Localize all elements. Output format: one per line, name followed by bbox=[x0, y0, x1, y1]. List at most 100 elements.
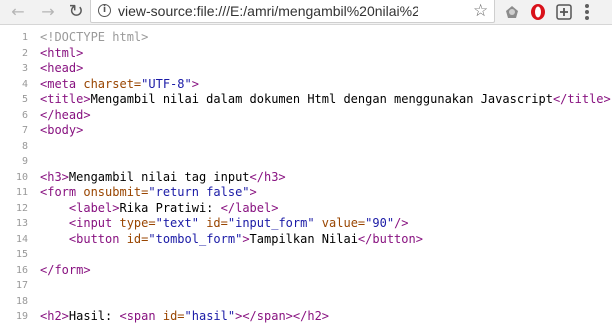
code-token-tag: <meta bbox=[40, 76, 84, 91]
code-token-text: Rika Pratiwi: bbox=[119, 200, 221, 215]
code-token-tag: > bbox=[242, 231, 250, 246]
code-token-tag: <form bbox=[40, 185, 84, 199]
line-code: <title>Mengambil nilai dalam dokumen Htm… bbox=[40, 92, 611, 108]
code-token-attr: id= bbox=[126, 231, 149, 246]
code-token-tag: </head> bbox=[40, 107, 91, 122]
line-number: 9 bbox=[21, 156, 28, 167]
forward-icon[interactable]: → bbox=[38, 2, 58, 22]
code-token-attr: id= bbox=[198, 216, 228, 230]
code-token-val: "UTF-8" bbox=[141, 76, 192, 91]
code-token-attr: type= bbox=[119, 216, 156, 230]
code-token-tag: <head> bbox=[40, 61, 84, 75]
line-number: 7 bbox=[21, 125, 28, 136]
line-code: <h3>Mengambil nilai tag input</h3> bbox=[40, 170, 286, 186]
code-token-tag: </button> bbox=[357, 231, 423, 246]
line-code: <head> bbox=[40, 61, 83, 77]
code-token-tag: <html> bbox=[40, 45, 84, 60]
menu-icon[interactable] bbox=[585, 4, 589, 22]
source-line: 1 <!DOCTYPE html> bbox=[0, 30, 612, 46]
line-number: 5 bbox=[21, 94, 28, 105]
line-code: <h2>Hasil: <span id="hasil"></span></h2> bbox=[40, 309, 329, 325]
code-token-attr: charset= bbox=[83, 76, 142, 91]
source-line: 2 <html> bbox=[0, 46, 612, 62]
code-token-tag: </form> bbox=[40, 262, 91, 277]
line-number: 1 bbox=[21, 32, 28, 43]
line-number: 2 bbox=[21, 47, 28, 59]
line-number: 6 bbox=[21, 109, 28, 121]
reload-icon[interactable]: ↻ bbox=[66, 2, 86, 22]
line-number: 18 bbox=[15, 295, 28, 307]
opera-icon[interactable] bbox=[529, 3, 547, 21]
line-number: 8 bbox=[21, 140, 28, 152]
info-icon[interactable]: i bbox=[98, 4, 111, 17]
line-code: <html> bbox=[40, 46, 83, 62]
source-line: 9 bbox=[0, 154, 612, 170]
code-token-tag: > bbox=[249, 185, 257, 199]
code-token-attr: value= bbox=[314, 216, 366, 230]
add-tab-icon[interactable] bbox=[555, 3, 573, 21]
code-token-attr: onsubmit= bbox=[83, 185, 149, 199]
code-token-tag: </label> bbox=[220, 200, 279, 215]
code-token-tag: <label> bbox=[68, 200, 120, 215]
source-view: 1 <!DOCTYPE html> 2 <html> 3 <head> 4 <meta cha… bbox=[0, 30, 612, 325]
line-number: 15 bbox=[15, 249, 28, 260]
source-line: 19 <h2>Hasil: <span id="hasil"></span></h… bbox=[0, 309, 612, 325]
line-number: 12 bbox=[15, 202, 28, 214]
address-bar[interactable]: i view-source:file:///E:/amri/mengambil%… bbox=[90, 0, 495, 23]
code-token-val: "return false" bbox=[148, 185, 250, 199]
line-number: 10 bbox=[15, 171, 28, 183]
line-code: <form onsubmit="return false"> bbox=[40, 185, 257, 201]
back-icon[interactable]: ← bbox=[8, 2, 28, 22]
code-token-val: "90" bbox=[365, 216, 395, 230]
source-line: 14 <button id="tombol_form">Tampilkan Ni… bbox=[0, 232, 612, 248]
code-token-tag: <body> bbox=[40, 123, 84, 137]
source-line: 8 bbox=[0, 139, 612, 155]
line-number: 14 bbox=[15, 233, 28, 245]
code-token-tag: <input bbox=[68, 216, 120, 230]
extension-icon[interactable] bbox=[503, 3, 521, 21]
code-token-val: "text" bbox=[155, 216, 199, 230]
code-token-val: "input_form" bbox=[227, 216, 315, 230]
url-text[interactable]: view-source:file:///E:/amri/mengambil%20… bbox=[118, 3, 418, 20]
line-number: 19 bbox=[15, 311, 28, 322]
code-token-tag: <button bbox=[68, 231, 127, 246]
source-line: 16 </form> bbox=[0, 263, 612, 279]
code-token-tag: <h3> bbox=[40, 169, 69, 184]
line-code: <!DOCTYPE html> bbox=[40, 30, 148, 46]
code-token-text: Tampilkan Nilai bbox=[249, 231, 358, 246]
line-number: 11 bbox=[15, 187, 28, 198]
code-token-val: "tombol_form" bbox=[148, 231, 243, 246]
code-token-text: Mengambil nilai tag input bbox=[68, 169, 250, 184]
source-line: 7 <body> bbox=[0, 123, 612, 139]
source-line: 5 <title>Mengambil nilai dalam dokumen Ht… bbox=[0, 92, 612, 108]
line-number: 17 bbox=[15, 280, 28, 291]
line-code: <input type="text" id="input_form" value… bbox=[40, 216, 409, 232]
star-icon[interactable]: ☆ bbox=[473, 1, 488, 21]
source-line: 12 <label>Rika Pratiwi: </label> bbox=[0, 201, 612, 217]
browser-toolbar: ← → ↻ i view-source:file:///E:/amri/meng… bbox=[0, 0, 612, 25]
source-line: 17 bbox=[0, 278, 612, 294]
code-token-tag: > bbox=[191, 76, 199, 91]
source-line: 3 <head> bbox=[0, 61, 612, 77]
line-code: <body> bbox=[40, 123, 83, 139]
line-number: 13 bbox=[15, 218, 28, 229]
line-number: 16 bbox=[15, 264, 28, 276]
code-token-text: Mengambil nilai dalam dokumen Html denga… bbox=[90, 92, 553, 106]
line-code: <button id="tombol_form">Tampilkan Nilai… bbox=[40, 232, 423, 248]
source-line: 11 <form onsubmit="return false"> bbox=[0, 185, 612, 201]
code-token-doctype: <!DOCTYPE html> bbox=[40, 30, 149, 44]
code-token-tag: </title> bbox=[552, 92, 611, 106]
line-code: </form> bbox=[40, 263, 91, 279]
line-number: 3 bbox=[21, 63, 28, 74]
code-token-tag: /> bbox=[394, 216, 409, 230]
source-line: 10 <h3>Mengambil nilai tag input</h3> bbox=[0, 170, 612, 186]
code-token-tag: <title> bbox=[40, 92, 91, 106]
line-code: <meta charset="UTF-8"> bbox=[40, 77, 199, 93]
source-line: 15 bbox=[0, 247, 612, 263]
source-line: 6 </head> bbox=[0, 108, 612, 124]
source-line: 13 <input type="text" id="input_form" va… bbox=[0, 216, 612, 232]
source-line: 4 <meta charset="UTF-8"> bbox=[0, 77, 612, 93]
line-code: <label>Rika Pratiwi: </label> bbox=[40, 200, 279, 217]
